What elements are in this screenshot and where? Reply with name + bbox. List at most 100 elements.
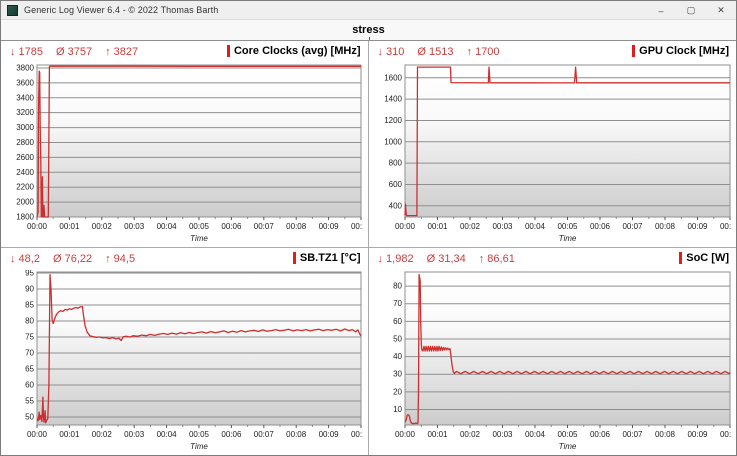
y-tick-label: 2200 xyxy=(16,183,34,192)
plot-soc[interactable]: 102030405060708000:0000:0100:0200:0300:0… xyxy=(371,270,732,453)
chart-legend: SoC [W] xyxy=(679,252,729,264)
x-tick-label: 00:06 xyxy=(589,222,610,231)
chart-title: Core Clocks (avg) [MHz] xyxy=(234,45,361,57)
stat-min: ↓ 48,2 xyxy=(10,253,40,265)
x-tick-label: 00:05 xyxy=(189,430,210,439)
x-tick-label: 00:10 xyxy=(351,222,363,231)
plot-gpu-clock[interactable]: 400600800100012001400160000:0000:0100:02… xyxy=(371,63,732,245)
plot-background xyxy=(37,65,361,217)
time-axis-label: Time xyxy=(558,442,576,451)
stat-max: ↑ 86,61 xyxy=(479,253,515,265)
y-tick-label: 1800 xyxy=(16,213,34,222)
plot-background xyxy=(405,272,730,425)
legend-marker xyxy=(293,252,296,264)
x-tick-label: 00:05 xyxy=(557,222,578,231)
chart-canvas: 5055606570758085909500:0000:0100:0200:03… xyxy=(3,270,363,453)
chart-canvas: 102030405060708000:0000:0100:0200:0300:0… xyxy=(371,270,732,453)
stat-max: ↑ 94,5 xyxy=(105,253,135,265)
y-tick-label: 3200 xyxy=(16,108,34,117)
chart-canvas: 1800200022002400260028003000320034003600… xyxy=(3,63,363,245)
x-tick-label: 00:01 xyxy=(427,222,448,231)
chart-stats: ↓ 310 Ø 1513 ↑ 1700 xyxy=(378,46,500,58)
plot-core-clocks[interactable]: 1800200022002400260028003000320034003600… xyxy=(3,63,363,245)
x-tick-label: 00:04 xyxy=(524,222,545,231)
x-tick-label: 00:07 xyxy=(622,222,643,231)
x-tick-label: 00:01 xyxy=(59,222,80,231)
x-tick-label: 00:02 xyxy=(459,222,480,231)
plot-sbtz1[interactable]: 5055606570758085909500:0000:0100:0200:03… xyxy=(3,270,363,453)
y-tick-label: 20 xyxy=(393,387,402,396)
x-tick-label: 00:05 xyxy=(189,222,210,231)
x-tick-label: 00:02 xyxy=(92,430,113,439)
x-tick-label: 00:09 xyxy=(319,222,340,231)
x-tick-label: 00:10 xyxy=(719,222,731,231)
y-tick-label: 400 xyxy=(388,201,402,210)
x-tick-label: 00:06 xyxy=(589,430,610,439)
x-tick-label: 00:03 xyxy=(124,222,145,231)
x-tick-label: 00:04 xyxy=(524,430,545,439)
y-tick-label: 2000 xyxy=(16,198,34,207)
y-tick-label: 10 xyxy=(393,405,402,414)
y-tick-label: 1000 xyxy=(384,137,402,146)
plot-background xyxy=(405,65,730,217)
y-tick-label: 60 xyxy=(25,380,34,389)
y-tick-label: 2800 xyxy=(16,138,34,147)
y-tick-label: 2600 xyxy=(16,153,34,162)
chart-panel-sbtz1: ↓ 48,2 Ø 76,22 ↑ 94,5 SB.TZ1 [°C] 505560… xyxy=(1,248,369,455)
chart-stats: ↓ 48,2 Ø 76,22 ↑ 94,5 xyxy=(10,253,135,265)
chart-canvas: 400600800100012001400160000:0000:0100:02… xyxy=(371,63,732,245)
time-axis-label: Time xyxy=(190,234,208,243)
chart-panel-gpu-clock: ↓ 310 Ø 1513 ↑ 1700 GPU Clock [MHz] 4006… xyxy=(369,41,737,248)
chart-legend: Core Clocks (avg) [MHz] xyxy=(227,45,361,57)
stat-min: ↓ 310 xyxy=(378,46,405,58)
x-tick-label: 00:05 xyxy=(557,430,578,439)
legend-marker xyxy=(227,45,230,57)
plot-background xyxy=(37,272,361,425)
y-tick-label: 95 xyxy=(25,270,34,277)
time-axis-label: Time xyxy=(190,442,208,451)
chart-panel-core-clocks: ↓ 1785 Ø 3757 ↑ 3827 Core Clocks (avg) [… xyxy=(1,41,369,248)
stat-avg: Ø 31,34 xyxy=(427,253,466,265)
x-tick-label: 00:01 xyxy=(59,430,80,439)
minimize-button[interactable]: – xyxy=(646,1,676,20)
stat-min: ↓ 1,982 xyxy=(378,253,414,265)
y-tick-label: 3600 xyxy=(16,78,34,87)
x-tick-label: 00:08 xyxy=(286,222,307,231)
x-tick-label: 00:07 xyxy=(254,430,275,439)
stat-avg: Ø 76,22 xyxy=(53,253,92,265)
chart-legend: SB.TZ1 [°C] xyxy=(293,252,361,264)
y-tick-label: 75 xyxy=(25,332,34,341)
chart-title: SB.TZ1 [°C] xyxy=(300,252,361,264)
chart-title: SoC [W] xyxy=(686,252,729,264)
chart-stats: ↓ 1785 Ø 3757 ↑ 3827 xyxy=(10,46,138,58)
x-tick-label: 00:09 xyxy=(687,430,708,439)
y-tick-label: 70 xyxy=(25,348,34,357)
y-tick-label: 600 xyxy=(388,180,402,189)
x-tick-label: 00:00 xyxy=(394,222,415,231)
time-axis-label: Time xyxy=(558,234,576,243)
y-tick-label: 85 xyxy=(25,300,34,309)
close-button[interactable]: ✕ xyxy=(706,1,736,20)
y-tick-label: 70 xyxy=(393,299,402,308)
chart-panel-soc: ↓ 1,982 Ø 31,34 ↑ 86,61 SoC [W] 10 20 30 40… xyxy=(369,248,737,455)
y-tick-label: 40 xyxy=(393,352,402,361)
x-tick-label: 00:02 xyxy=(459,430,480,439)
x-tick-label: 00:03 xyxy=(492,430,513,439)
y-tick-label: 1200 xyxy=(384,116,402,125)
y-tick-label: 1600 xyxy=(384,73,402,82)
x-tick-label: 00:01 xyxy=(427,430,448,439)
x-tick-label: 00:00 xyxy=(27,222,48,231)
y-tick-label: 55 xyxy=(25,396,34,405)
stat-avg: Ø 3757 xyxy=(56,46,92,58)
y-tick-label: 80 xyxy=(393,282,402,291)
y-tick-label: 30 xyxy=(393,370,402,379)
maximize-button[interactable]: ▢ xyxy=(676,1,706,20)
x-tick-label: 00:07 xyxy=(254,222,275,231)
app-icon xyxy=(7,5,18,16)
y-tick-label: 3400 xyxy=(16,93,34,102)
app-window: Generic Log Viewer 6.4 - © 2022 Thomas B… xyxy=(0,0,737,456)
stat-avg: Ø 1513 xyxy=(417,46,453,58)
y-tick-label: 50 xyxy=(393,334,402,343)
stat-max: ↑ 3827 xyxy=(105,46,138,58)
window-titlebar: Generic Log Viewer 6.4 - © 2022 Thomas B… xyxy=(1,1,736,20)
